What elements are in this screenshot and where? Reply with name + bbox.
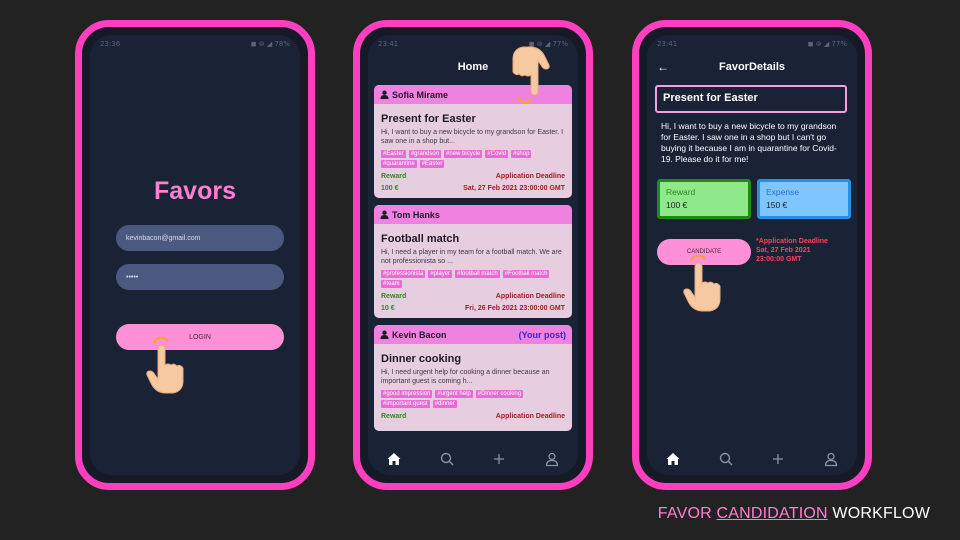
reward-value: 10 € — [381, 305, 395, 312]
deadline-note: *Application Deadline Sat, 27 Feb 2021 2… — [756, 237, 828, 264]
deadline-label: Application Deadline — [495, 173, 565, 180]
tag: #dinner — [432, 400, 457, 408]
favor-card[interactable]: Kevin Bacon (Your post) Dinner cooking H… — [374, 325, 572, 431]
login-button[interactable]: LOGIN — [116, 324, 284, 350]
status-bar: 23:36 ◼ ⊚ ◢ 78% — [90, 35, 300, 53]
favor-card[interactable]: Tom Hanks Football match Hi, I need a pl… — [374, 205, 572, 318]
your-post-badge: (Your post) — [518, 329, 566, 340]
home-screen: 23:41 ◼ ⊚ ◢ 77% Home Sofia Mirame Presen… — [368, 35, 578, 475]
tap-hand-icon — [512, 46, 550, 104]
user-icon — [380, 330, 389, 339]
reward-value: 100 € — [666, 200, 688, 210]
tag-list: #Easter #grandson #new bicycle #Covid #s… — [381, 150, 565, 168]
tag: #quarantine — [381, 160, 417, 168]
tag: #team — [381, 280, 402, 288]
tag: #important guest — [381, 400, 430, 408]
reward-label: Reward — [381, 173, 407, 180]
home-icon[interactable] — [665, 451, 681, 467]
expense-label: Expense — [766, 187, 800, 197]
tag: #grandson — [408, 150, 442, 158]
phone-login: 23:36 ◼ ⊚ ◢ 78% Favors kevinbacon@gmail.… — [75, 20, 315, 490]
status-indicators: ◼ ⊚ ◢ 78% — [250, 40, 290, 48]
tag-list: #professionista #player #football match … — [381, 270, 565, 288]
slide-caption: FAVOR CANDIDATION WORKFLOW — [658, 505, 930, 523]
deadline-time: 23:00:00 GMT — [756, 256, 802, 263]
back-arrow-icon[interactable]: ← — [657, 60, 669, 74]
app-title: Favors — [154, 177, 236, 205]
reward-label: Reward — [666, 187, 696, 197]
slide: 23:36 ◼ ⊚ ◢ 78% Favors kevinbacon@gmail.… — [0, 0, 960, 540]
deadline-value: Sat, 27 Feb 2021 23:00:00 GMT — [463, 185, 565, 192]
reward-label: Reward — [381, 413, 407, 420]
status-time: 23:41 — [378, 40, 399, 48]
tag: #Dinner cooking — [475, 390, 524, 398]
password-field[interactable]: ••••• — [116, 264, 284, 290]
card-user: Kevin Bacon — [392, 329, 447, 340]
tap-hand-icon — [146, 336, 184, 394]
reward-box: Reward 100 € — [657, 179, 751, 219]
details-screen: 23:41 ◼ ⊚ ◢ 77% ← FavorDetails Present f… — [647, 35, 857, 475]
tag: #Easter — [419, 160, 445, 168]
favor-description: Hi, I want to buy a new bicycle to my gr… — [661, 121, 837, 164]
card-description: Hi, I need urgent help for cooking a din… — [381, 369, 550, 385]
tag: #football match — [455, 270, 500, 278]
deadline-date: Sat, 27 Feb 2021 — [756, 247, 811, 254]
add-icon[interactable] — [770, 451, 786, 467]
user-icon — [380, 90, 389, 99]
card-header: Tom Hanks — [374, 205, 572, 224]
card-title: Present for Easter — [381, 113, 476, 125]
caption-favor: FAVOR — [657, 505, 712, 522]
caption-workflow: WORKFLOW — [832, 505, 930, 522]
search-icon[interactable] — [718, 451, 734, 467]
profile-icon[interactable] — [823, 451, 839, 467]
card-title: Dinner cooking — [381, 353, 462, 365]
tag-list: #good impression #urgent help #Dinner co… — [381, 390, 565, 408]
bottom-nav — [647, 443, 857, 475]
tag: #Covid — [485, 150, 509, 158]
tag: #good impression — [381, 390, 433, 398]
tag: #professionista — [381, 270, 426, 278]
tap-hand-icon — [683, 254, 721, 312]
reward-value: 100 € — [381, 185, 399, 192]
status-time: 23:41 — [657, 40, 678, 48]
email-field[interactable]: kevinbacon@gmail.com — [116, 225, 284, 251]
app-bar: ← FavorDetails — [647, 53, 857, 81]
tag: #shop — [511, 150, 532, 158]
card-header: Kevin Bacon (Your post) — [374, 325, 572, 344]
home-icon[interactable] — [386, 451, 402, 467]
card-user: Sofia Mirame — [392, 89, 449, 100]
deadline-value: Fri, 26 Feb 2021 23:00:00 GMT — [465, 305, 565, 312]
profile-icon[interactable] — [544, 451, 560, 467]
tag: #Football match — [502, 270, 550, 278]
tag: #new bicycle — [444, 150, 483, 158]
page-title: FavorDetails — [718, 61, 786, 73]
phone-details: 23:41 ◼ ⊚ ◢ 77% ← FavorDetails Present f… — [632, 20, 872, 490]
add-icon[interactable] — [491, 451, 507, 467]
reward-label: Reward — [381, 293, 407, 300]
caption-candidation: CANDIDATION — [716, 505, 828, 522]
tag: #player — [428, 270, 453, 278]
card-description: Hi, I want to buy a new bicycle to my gr… — [381, 129, 564, 145]
status-time: 23:36 — [100, 40, 121, 48]
status-indicators: ◼ ⊚ ◢ 77% — [807, 40, 847, 48]
card-user: Tom Hanks — [392, 209, 440, 220]
login-screen: 23:36 ◼ ⊚ ◢ 78% Favors kevinbacon@gmail.… — [90, 35, 300, 475]
card-description: Hi, I need a player in my team for a foo… — [381, 249, 562, 265]
page-title: Home — [457, 61, 489, 73]
phone-home: 23:41 ◼ ⊚ ◢ 77% Home Sofia Mirame Presen… — [353, 20, 593, 490]
favor-feed: Sofia Mirame Present for Easter Hi, I wa… — [374, 85, 572, 441]
search-icon[interactable] — [439, 451, 455, 467]
deadline-label: *Application Deadline — [756, 238, 828, 245]
deadline-label: Application Deadline — [495, 413, 565, 420]
deadline-label: Application Deadline — [495, 293, 565, 300]
card-title: Football match — [381, 233, 460, 245]
tag: #Easter — [381, 150, 406, 158]
tag: #urgent help — [435, 390, 473, 398]
user-icon — [380, 210, 389, 219]
status-bar: 23:41 ◼ ⊚ ◢ 77% — [647, 35, 857, 53]
favor-title: Present for Easter — [655, 85, 847, 113]
bottom-nav — [368, 443, 578, 475]
expense-value: 150 € — [766, 200, 788, 210]
expense-box: Expense 150 € — [757, 179, 851, 219]
